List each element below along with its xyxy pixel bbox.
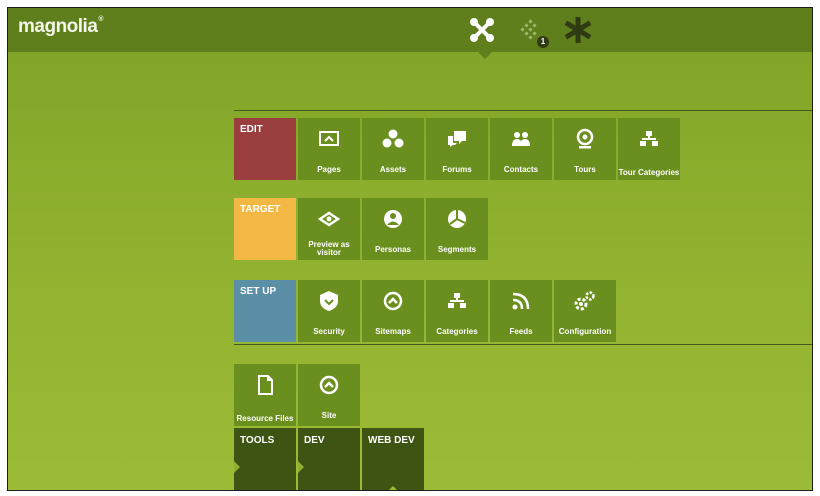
- selected-tab-indicator: [387, 486, 399, 490]
- contacts-icon: [510, 129, 532, 149]
- app-tile-pages[interactable]: Pages: [298, 118, 360, 180]
- app-tile-sitemaps[interactable]: Sitemaps: [362, 280, 424, 342]
- categories-icon: [446, 291, 468, 311]
- notification-badge: 1: [537, 36, 549, 48]
- app-tile-personas[interactable]: Personas: [362, 198, 424, 260]
- resource-files-icon: [256, 375, 274, 395]
- tile-label: Tours: [574, 165, 596, 174]
- divider: [234, 110, 812, 111]
- tile-label: Forums: [442, 165, 472, 174]
- configuration-icon: [573, 291, 597, 311]
- tours-icon: [574, 128, 596, 149]
- assets-icon: [382, 129, 404, 149]
- divider: [234, 344, 812, 345]
- tour-categories-icon: [638, 129, 660, 149]
- app-tile-resource-files[interactable]: Resource Files: [234, 364, 296, 426]
- app-tile-assets[interactable]: Assets: [362, 118, 424, 180]
- tile-label: Assets: [379, 165, 407, 174]
- tile-label: Preview as visitor: [308, 240, 350, 257]
- tile-label: Pages: [317, 165, 341, 174]
- tab-web-dev[interactable]: WEB DEV: [362, 428, 424, 490]
- tab-label: WEB DEV: [368, 435, 415, 446]
- tile-label: Sitemaps: [375, 327, 411, 336]
- app-tile-site[interactable]: Site: [298, 364, 360, 426]
- forums-icon: [446, 129, 468, 149]
- apps-icon[interactable]: [468, 16, 496, 44]
- tile-label: Feeds: [509, 327, 533, 336]
- active-indicator: [478, 52, 492, 59]
- tile-label: Site: [321, 411, 337, 420]
- app-tile-forums[interactable]: Forums: [426, 118, 488, 180]
- app-tile-segments[interactable]: Segments: [426, 198, 488, 260]
- tile-label: Contacts: [503, 165, 539, 174]
- category-edit: EDIT: [234, 118, 296, 180]
- app-tile-categories[interactable]: Categories: [426, 280, 488, 342]
- tab-notch: [234, 461, 240, 473]
- app-frame: magnolia® 1 EDIT Pages Assets Forums Con…: [7, 7, 813, 491]
- feeds-icon: [511, 291, 531, 311]
- category-setup: SET UP: [234, 280, 296, 342]
- magnolia-logo[interactable]: magnolia®: [18, 16, 104, 38]
- segments-icon: [446, 209, 468, 229]
- preview-icon: [318, 209, 340, 229]
- pages-icon: [318, 129, 340, 149]
- tile-label: Tour Categories: [618, 168, 680, 177]
- site-icon: [318, 375, 340, 395]
- security-icon: [319, 291, 339, 311]
- tile-label: Security: [313, 327, 345, 336]
- tab-notch: [298, 461, 304, 473]
- app-tile-security[interactable]: Security: [298, 280, 360, 342]
- tab-label: DEV: [304, 435, 325, 446]
- tab-tools[interactable]: TOOLS: [234, 428, 296, 490]
- tile-label: Personas: [374, 245, 412, 254]
- tile-label: Configuration: [558, 327, 612, 336]
- tab-label: TOOLS: [240, 435, 275, 446]
- tile-label: Resource Files: [236, 414, 294, 423]
- app-tile-feeds[interactable]: Feeds: [490, 280, 552, 342]
- top-bar: magnolia® 1: [8, 8, 812, 52]
- app-tile-tour-categories[interactable]: Tour Categories: [618, 118, 680, 180]
- app-tile-tours[interactable]: Tours: [554, 118, 616, 180]
- favorites-icon[interactable]: [564, 16, 592, 44]
- sitemaps-icon: [382, 291, 404, 311]
- tile-label: Segments: [437, 245, 477, 254]
- app-tile-preview[interactable]: Preview as visitor: [298, 198, 360, 260]
- category-target: TARGET: [234, 198, 296, 260]
- app-tile-configuration[interactable]: Configuration: [554, 280, 616, 342]
- app-tile-contacts[interactable]: Contacts: [490, 118, 552, 180]
- tile-label: Categories: [436, 327, 478, 336]
- personas-icon: [382, 209, 404, 229]
- tab-dev[interactable]: DEV: [298, 428, 360, 490]
